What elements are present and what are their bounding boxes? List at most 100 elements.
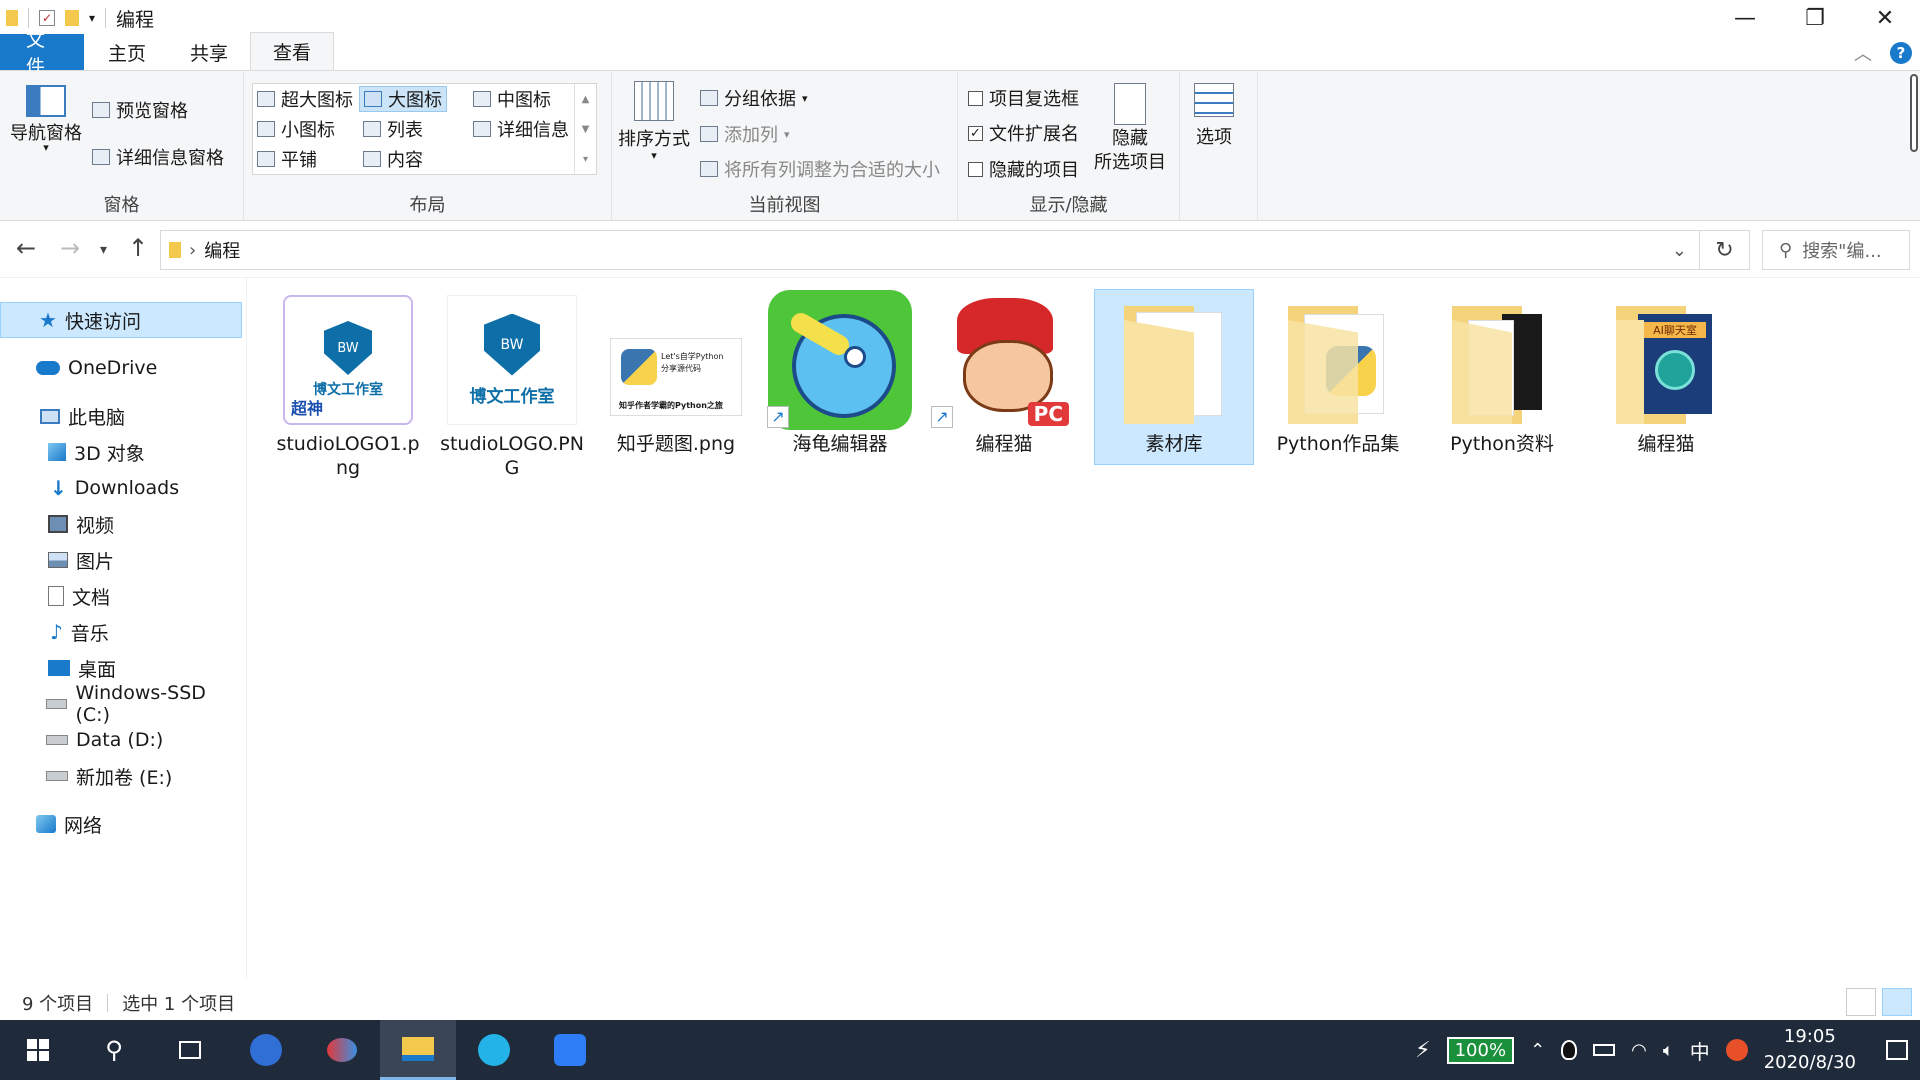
customize-toolbar-icon[interactable]: ▾ <box>89 11 95 25</box>
scrollbar-thumb[interactable] <box>1910 74 1918 152</box>
nav-drive-d[interactable]: Data (D:) <box>0 722 242 758</box>
file-name: Python作品集 <box>1276 433 1400 455</box>
address-dropdown-icon[interactable]: ⌄ <box>1672 240 1687 261</box>
task-view-button[interactable] <box>152 1020 228 1080</box>
file-item[interactable]: BW 博文工作室 studioLOGO.PNG <box>432 290 592 480</box>
tab-view[interactable]: 查看 <box>250 32 335 70</box>
details-pane-button[interactable]: 详细信息窗格 <box>92 144 224 170</box>
file-item[interactable]: AI聊天室 编程猫 <box>1586 290 1746 456</box>
nav-videos[interactable]: 视频 <box>0 506 242 542</box>
up-button[interactable]: ↑ <box>128 234 148 262</box>
nav-music[interactable]: ♪ 音乐 <box>0 614 242 650</box>
nav-drive-c[interactable]: Windows-SSD (C:) <box>0 682 242 726</box>
hide-selected-button[interactable]: 隐藏 所选项目 <box>1094 83 1166 175</box>
hidden-items-checkbox[interactable] <box>968 161 983 177</box>
file-item[interactable]: BW 博文工作室 超神 studioLOGO1.png <box>268 290 428 480</box>
tab-home[interactable]: 主页 <box>86 34 168 70</box>
battery-indicator[interactable]: 100% <box>1446 1036 1515 1064</box>
nav-desktop[interactable]: 桌面 <box>0 650 242 686</box>
shortcut-arrow-icon: ↗ <box>767 406 789 428</box>
help-icon[interactable]: ? <box>1890 42 1912 64</box>
nav-quick-access[interactable]: ★ 快速访问 <box>0 302 242 338</box>
taskbar: ⚲ ⚡ 100% ⌃ ◠ 🔈︎ 中 19:05 2020/8/30 <box>0 1020 1920 1080</box>
nav-downloads[interactable]: ↓ Downloads <box>0 470 242 506</box>
details-view-button[interactable] <box>1846 988 1876 1016</box>
file-item[interactable]: ↗ 海龟编辑器 <box>760 290 920 456</box>
scroll-down-icon[interactable]: ▼ <box>582 124 590 135</box>
layout-details[interactable]: 详细信息 <box>469 116 573 142</box>
taskbar-app-l[interactable] <box>228 1020 304 1080</box>
title-bar: ✓ ▾ 编程 — ❐ ✕ <box>0 0 1920 36</box>
nav-pictures[interactable]: 图片 <box>0 542 242 578</box>
nav-network[interactable]: 网络 <box>0 806 242 842</box>
nav-onedrive[interactable]: OneDrive <box>0 350 242 386</box>
breadcrumb-current[interactable]: 编程 <box>204 237 240 263</box>
forward-button[interactable]: → <box>60 234 80 262</box>
file-item[interactable]: Let's自学Python 分享源代码 知乎作者学霸的Python之旅 知乎题图… <box>596 290 756 456</box>
taskbar-edge[interactable] <box>456 1020 532 1080</box>
show-hidden-icons-button[interactable]: ⌃ <box>1530 1040 1545 1061</box>
sort-by-button[interactable]: 排序方式 ▾ <box>618 81 690 162</box>
restore-button[interactable]: ❐ <box>1780 0 1850 36</box>
layout-content[interactable]: 内容 <box>359 146 427 172</box>
file-item[interactable]: Python资料 <box>1422 290 1582 456</box>
layout-large-icons[interactable]: 大图标 <box>359 86 447 112</box>
battery-icon[interactable] <box>1593 1044 1616 1056</box>
nav-drive-e[interactable]: 新加卷 (E:) <box>0 758 242 794</box>
new-folder-icon[interactable] <box>65 10 79 26</box>
file-item[interactable]: 素材库 <box>1094 289 1254 465</box>
search-box[interactable]: ⚲ 搜索"编... <box>1762 230 1910 270</box>
tab-share[interactable]: 共享 <box>168 34 250 70</box>
file-item[interactable]: Python作品集 <box>1258 290 1418 456</box>
file-extensions-toggle[interactable]: ✓ 文件扩展名 <box>968 120 1079 146</box>
close-button[interactable]: ✕ <box>1850 0 1920 36</box>
start-button[interactable] <box>0 1020 76 1080</box>
file-item[interactable]: PC ↗ 编程猫 <box>924 290 1084 456</box>
refresh-button[interactable]: ↻ <box>1700 230 1750 270</box>
tiles-label: 平铺 <box>281 150 317 171</box>
file-extensions-checkbox[interactable]: ✓ <box>968 125 983 141</box>
volume-icon[interactable]: 🔈︎ <box>1663 1040 1674 1061</box>
group-by-button[interactable]: 分组依据 ▾ <box>700 85 808 111</box>
item-checkboxes-toggle[interactable]: 项目复选框 <box>968 85 1079 111</box>
clock[interactable]: 19:05 2020/8/30 <box>1764 1024 1856 1076</box>
taskbar-wps[interactable] <box>532 1020 608 1080</box>
nav-pane-button[interactable]: 导航窗格 ▾ <box>10 85 82 154</box>
layout-extra-large-icons[interactable]: 超大图标 <box>253 86 357 112</box>
nav-documents[interactable]: 文档 <box>0 578 242 614</box>
layout-small-icons[interactable]: 小图标 <box>253 116 339 142</box>
ime-indicator[interactable]: 中 <box>1690 1036 1710 1065</box>
properties-icon[interactable]: ✓ <box>39 10 55 26</box>
wifi-icon[interactable]: ◠ <box>1631 1040 1647 1061</box>
tab-file[interactable]: 文件 <box>0 29 84 78</box>
shield-text: BW <box>337 340 359 356</box>
hidden-items-toggle[interactable]: 隐藏的项目 <box>968 156 1079 182</box>
gallery-expand-icon[interactable]: ▾ <box>583 154 588 165</box>
layout-gallery-scroll[interactable]: ▲ ▼ ▾ <box>574 84 596 174</box>
preview-pane-button[interactable]: 预览窗格 <box>92 97 188 123</box>
sogou-icon[interactable] <box>1725 1039 1748 1061</box>
qq-icon[interactable] <box>1561 1040 1578 1060</box>
add-columns-button[interactable]: 添加列 ▾ <box>700 121 790 147</box>
layout-list[interactable]: 列表 <box>359 116 427 142</box>
taskbar-file-explorer[interactable] <box>380 1020 456 1080</box>
window-controls: — ❐ ✕ <box>1710 0 1920 36</box>
search-button[interactable]: ⚲ <box>76 1020 152 1080</box>
notifications-icon[interactable] <box>1886 1040 1908 1060</box>
large-icons-view-button[interactable] <box>1882 988 1912 1016</box>
scroll-up-icon[interactable]: ▲ <box>582 94 590 105</box>
recent-locations-button[interactable]: ▾ <box>100 242 107 258</box>
options-button[interactable]: 选项 <box>1194 83 1234 149</box>
back-button[interactable]: ← <box>16 234 36 262</box>
layout-medium-icons[interactable]: 中图标 <box>469 86 555 112</box>
address-bar[interactable]: › 编程 ⌄ <box>160 230 1700 270</box>
size-all-columns-button[interactable]: 将所有列调整为合适的大小 <box>700 156 940 182</box>
nav-3d-objects[interactable]: 3D 对象 <box>0 434 242 470</box>
item-checkboxes-checkbox[interactable] <box>968 90 983 106</box>
taskbar-app-paint[interactable] <box>304 1020 380 1080</box>
layout-tiles[interactable]: 平铺 <box>253 146 321 172</box>
pane-divider[interactable] <box>246 278 247 978</box>
collapse-ribbon-icon[interactable]: ︿ <box>1854 40 1872 66</box>
minimize-button[interactable]: — <box>1710 0 1780 36</box>
nav-this-pc[interactable]: 此电脑 <box>0 398 242 434</box>
